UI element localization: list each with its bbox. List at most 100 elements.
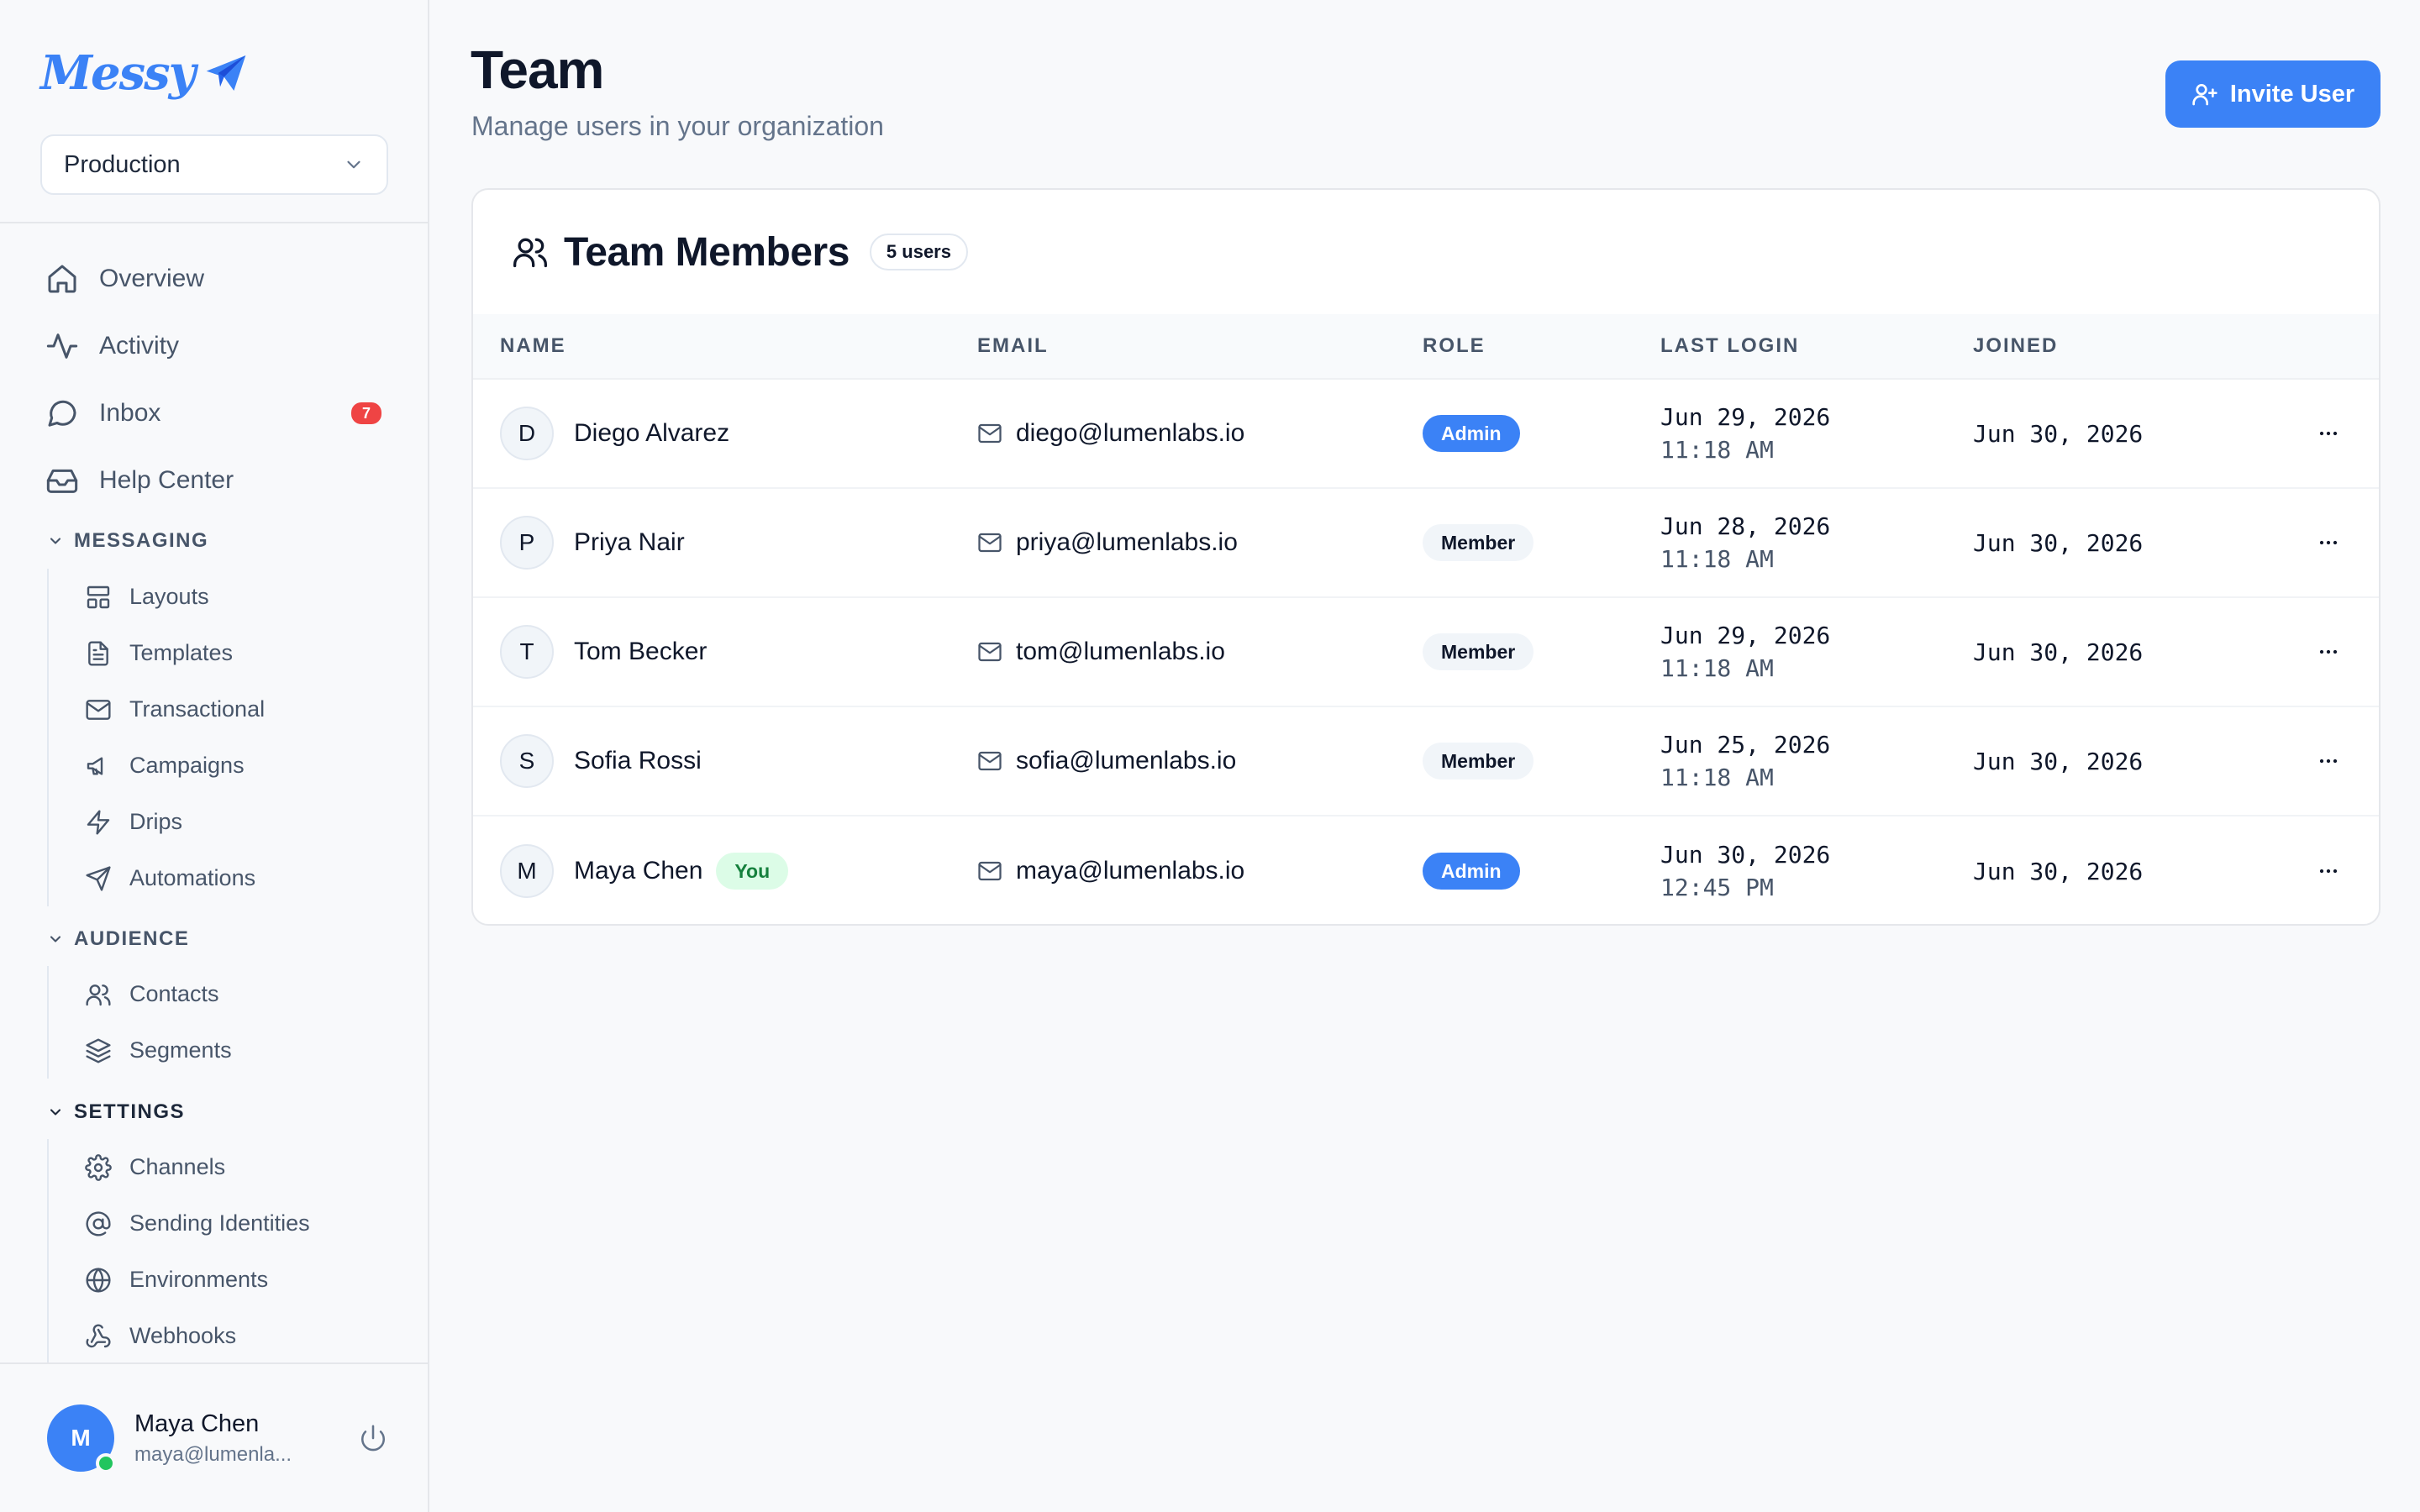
nav-item-label: Inbox: [99, 399, 161, 427]
current-user-card[interactable]: M Maya Chen maya@lumenla...: [47, 1403, 392, 1473]
sidebar-item-transactional[interactable]: Transactional: [84, 681, 265, 738]
nav-item-help-center[interactable]: Help Center: [44, 447, 388, 514]
column-header-joined[interactable]: JOINED: [1973, 334, 2058, 358]
sidebar-item-label: Environments: [129, 1267, 269, 1292]
audience-items: Contacts Segments: [47, 966, 232, 1079]
role-cell: Member: [1423, 524, 1534, 561]
role-badge: Admin: [1423, 853, 1520, 890]
webhook-icon: [84, 1322, 113, 1351]
member-email: diego@lumenlabs.io: [1016, 419, 1245, 447]
globe-icon: [84, 1266, 113, 1294]
member-cell: P Priya Nair: [500, 516, 685, 570]
table-row: P Priya Nair priya@lumenlabs.io Member J…: [473, 489, 2379, 598]
sidebar-item-label: Layouts: [129, 584, 209, 609]
section-toggle-audience[interactable]: AUDIENCE: [47, 927, 189, 951]
more-horizontal-icon: [2315, 748, 2342, 774]
sidebar-item-channels[interactable]: Channels: [84, 1139, 310, 1195]
member-cell: D Diego Alvarez: [500, 407, 729, 460]
paper-plane-logo-icon: [203, 50, 250, 97]
you-badge: You: [716, 853, 789, 890]
sidebar-item-drips[interactable]: Drips: [84, 794, 265, 850]
member-name: Tom Becker: [574, 638, 708, 665]
mail-icon: [977, 639, 1002, 664]
role-badge: Admin: [1423, 415, 1520, 452]
nav-item-overview[interactable]: Overview: [44, 245, 388, 312]
avatar: M: [47, 1404, 116, 1473]
chevron-down-icon: [47, 533, 64, 549]
user-count-badge: 5 users: [869, 234, 968, 270]
avatar: P: [500, 516, 554, 570]
nav-item-label: Help Center: [99, 466, 234, 494]
sidebar-item-contacts[interactable]: Contacts: [84, 966, 232, 1022]
table-body: D Diego Alvarez diego@lumenlabs.io Admin…: [473, 380, 2379, 924]
member-name: Maya Chen: [574, 857, 703, 885]
mail-icon: [977, 858, 1002, 884]
joined-date: Jun 30, 2026: [1973, 419, 2144, 448]
user-plus-icon: [2191, 81, 2218, 108]
sidebar-item-campaigns[interactable]: Campaigns: [84, 738, 265, 794]
section-title: AUDIENCE: [74, 927, 190, 950]
gear-icon: [84, 1153, 113, 1182]
sidebar-item-label: Contacts: [129, 981, 219, 1006]
section-toggle-messaging[interactable]: MESSAGING: [47, 529, 208, 553]
sidebar-item-label: Automations: [129, 865, 256, 890]
row-actions-button[interactable]: [2305, 738, 2352, 785]
role-cell: Member: [1423, 633, 1534, 670]
chevron-down-icon: [47, 1104, 64, 1121]
sidebar-item-label: Templates: [129, 640, 234, 665]
column-header-email[interactable]: EMAIL: [977, 334, 1049, 358]
sidebar-item-webhooks[interactable]: Webhooks: [84, 1308, 310, 1364]
email-cell: tom@lumenlabs.io: [977, 638, 1225, 666]
sidebar-item-templates[interactable]: Templates: [84, 625, 265, 681]
member-cell: S Sofia Rossi: [500, 734, 702, 788]
mail-icon: [977, 530, 1002, 555]
sidebar-item-label: Sending Identities: [129, 1210, 310, 1236]
messaging-items: Layouts Templates Transactional Campaign…: [47, 569, 265, 906]
table-row: D Diego Alvarez diego@lumenlabs.io Admin…: [473, 380, 2379, 489]
environment-select[interactable]: Production: [40, 134, 388, 195]
last-login-time: 11:18 AM: [1660, 436, 1774, 464]
invite-user-button[interactable]: Invite User: [2165, 60, 2381, 128]
sidebar: Messy Production Overview Activity Inbox…: [0, 0, 429, 1512]
avatar: S: [500, 734, 554, 788]
more-horizontal-icon: [2315, 420, 2342, 447]
row-actions-button[interactable]: [2305, 519, 2352, 566]
role-badge: Member: [1423, 633, 1534, 670]
inbox-count-badge: 7: [351, 402, 381, 424]
nav-item-inbox[interactable]: Inbox 7: [44, 380, 388, 447]
more-horizontal-icon: [2315, 529, 2342, 556]
logout-button[interactable]: [355, 1420, 392, 1457]
invite-user-label: Invite User: [2229, 80, 2355, 108]
row-actions-button[interactable]: [2305, 628, 2352, 675]
home-icon: [44, 260, 81, 297]
row-actions-button[interactable]: [2305, 410, 2352, 457]
sidebar-item-environments[interactable]: Environments: [84, 1252, 310, 1308]
column-header-last-login[interactable]: LAST LOGIN: [1660, 334, 1799, 358]
nav-item-activity[interactable]: Activity: [44, 312, 388, 380]
users-icon: [84, 980, 113, 1009]
member-name: Sofia Rossi: [574, 747, 702, 774]
chevron-down-icon: [47, 931, 64, 948]
member-email: priya@lumenlabs.io: [1016, 528, 1238, 556]
column-header-name[interactable]: NAME: [500, 334, 566, 358]
sidebar-item-segments[interactable]: Segments: [84, 1022, 232, 1079]
email-cell: diego@lumenlabs.io: [977, 419, 1244, 448]
last-login-time: 11:18 AM: [1660, 764, 1774, 791]
user-info: Maya Chen maya@lumenla...: [134, 1410, 355, 1467]
brand-logo[interactable]: Messy: [40, 45, 250, 101]
sidebar-item-label: Segments: [129, 1037, 232, 1063]
card-header: Team Members 5 users: [473, 190, 2379, 314]
settings-items: Channels Sending Identities Environments…: [47, 1139, 310, 1364]
email-cell: maya@lumenlabs.io: [977, 857, 1244, 885]
role-cell: Member: [1423, 743, 1534, 780]
layout-icon: [84, 583, 113, 612]
row-actions-button[interactable]: [2305, 848, 2352, 895]
member-name: Priya Nair: [574, 528, 685, 556]
member-email: tom@lumenlabs.io: [1016, 638, 1225, 665]
section-toggle-settings[interactable]: SETTINGS: [47, 1100, 185, 1124]
sidebar-item-sending-identities[interactable]: Sending Identities: [84, 1195, 310, 1252]
sidebar-item-automations[interactable]: Automations: [84, 850, 265, 906]
sidebar-item-layouts[interactable]: Layouts: [84, 569, 265, 625]
column-header-role[interactable]: ROLE: [1423, 334, 1486, 358]
mail-icon: [977, 748, 1002, 774]
